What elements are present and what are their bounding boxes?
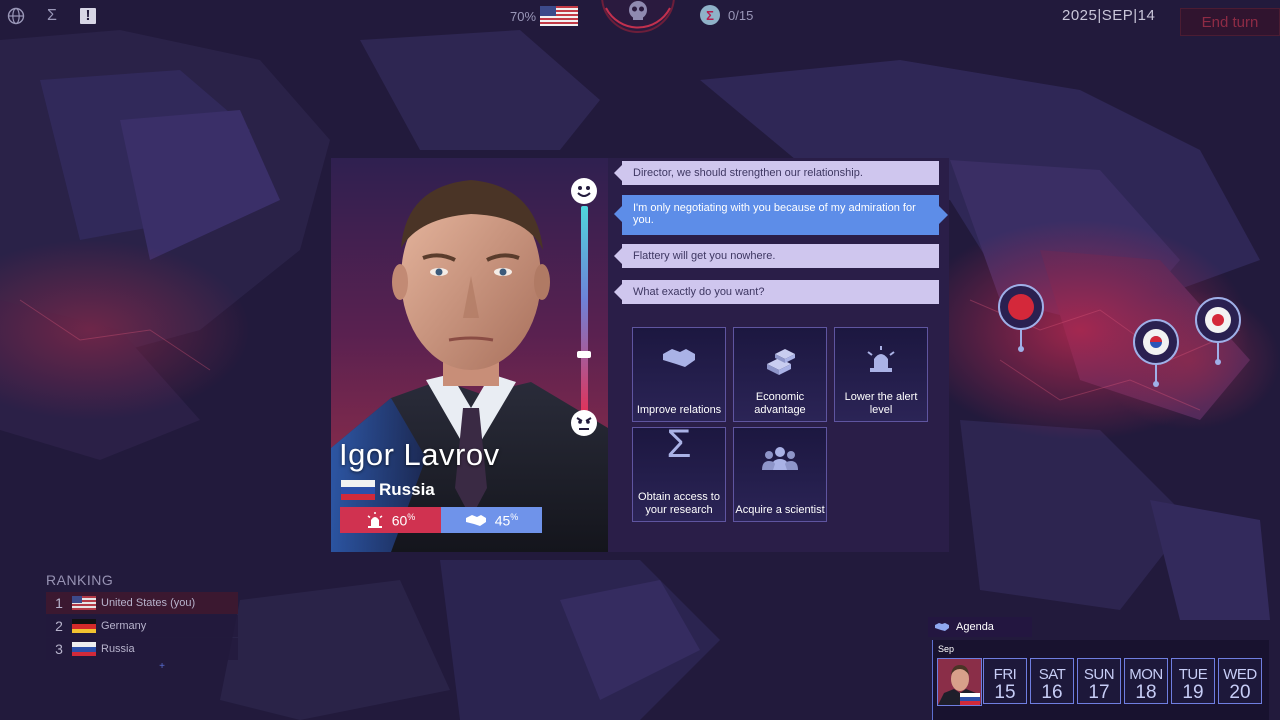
alert-menu-icon[interactable]: ! bbox=[78, 6, 98, 26]
agenda-day-5[interactable]: TUE 19 bbox=[1171, 658, 1215, 704]
group-icon bbox=[762, 447, 798, 470]
agenda-day-2[interactable]: SAT 16 bbox=[1030, 658, 1074, 704]
lower-alert-level-button[interactable]: Lower the alert level bbox=[834, 327, 928, 422]
germany-flag-icon bbox=[72, 619, 96, 633]
ranking-row-3[interactable]: 3 Russia bbox=[46, 638, 238, 660]
improve-relations-button[interactable]: Improve relations bbox=[632, 327, 726, 422]
lower-alert-level-label: Lower the alert level bbox=[844, 391, 918, 416]
gold-bars-icon bbox=[767, 349, 795, 375]
ranking-panel: RANKING 1 United States (you) 2 Germany … bbox=[46, 572, 238, 672]
alert-level-value: 60% bbox=[391, 511, 416, 529]
ranking-row-1[interactable]: 1 United States (you) bbox=[46, 592, 238, 614]
dialogue-option-4[interactable]: What exactly do you want? bbox=[614, 280, 939, 304]
globe-icon[interactable] bbox=[6, 6, 26, 26]
mood-bar bbox=[581, 206, 588, 412]
ranking-row-2[interactable]: 2 Germany bbox=[46, 615, 238, 637]
alert-level-stat: 60% bbox=[340, 507, 441, 533]
economic-advantage-label: Economic advantage bbox=[754, 391, 806, 416]
relation-level-value: 45% bbox=[494, 511, 519, 529]
acquire-scientist-label: Acquire a scientist bbox=[735, 504, 825, 516]
economic-advantage-button[interactable]: Economic advantage bbox=[733, 327, 827, 422]
agenda-event-portrait[interactable] bbox=[937, 658, 982, 706]
agenda-title: Agenda bbox=[956, 621, 994, 633]
threat-meter[interactable] bbox=[600, 0, 676, 38]
research-counter: Σ 0/15 bbox=[700, 5, 753, 25]
ranking-expand-icon[interactable]: + bbox=[86, 661, 238, 672]
ranking-country: Russia bbox=[101, 643, 135, 655]
russia-flag-icon bbox=[341, 480, 375, 500]
sigma-icon: Σ bbox=[666, 422, 692, 466]
top-bar: Σ ! 70% Σ 0/15 2025|SEP|14 End turn bbox=[0, 0, 1280, 36]
agenda-day-1[interactable]: FRI 15 bbox=[983, 658, 1027, 704]
agenda-calendar: Sep FRI 15 SAT 16 SUN 17 MON 18 TUE 19 WED 20 bbox=[932, 640, 1269, 720]
character-name: Igor Lavrov bbox=[339, 437, 500, 472]
handshake-icon bbox=[935, 623, 949, 631]
agenda-day-3[interactable]: SUN 17 bbox=[1077, 658, 1121, 704]
usa-flag-icon bbox=[72, 596, 96, 610]
dialogue-option-1[interactable]: Director, we should strengthen our relat… bbox=[614, 161, 939, 185]
ranking-country: United States (you) bbox=[101, 597, 196, 609]
exclamation-icon: ! bbox=[80, 8, 96, 24]
agenda-month: Sep bbox=[938, 644, 955, 654]
agenda-day-6[interactable]: WED 20 bbox=[1218, 658, 1262, 704]
agenda-day-4[interactable]: MON 18 bbox=[1124, 658, 1168, 704]
research-sigma-icon: Σ bbox=[700, 5, 720, 25]
mood-slider bbox=[571, 178, 601, 438]
relation-level-stat: 45% bbox=[441, 507, 542, 533]
handshake-icon bbox=[663, 349, 695, 367]
diplomacy-panel: Igor Lavrov Russia 60% 45% Director, we … bbox=[331, 158, 949, 552]
usa-flag-icon bbox=[540, 6, 579, 26]
handshake-icon bbox=[465, 515, 486, 526]
angry-face-icon bbox=[571, 410, 597, 436]
character-portrait: Igor Lavrov Russia 60% 45% bbox=[331, 158, 608, 552]
sigma-menu-icon[interactable]: Σ bbox=[42, 6, 62, 26]
research-count: 0/15 bbox=[728, 7, 754, 23]
happy-face-icon bbox=[571, 178, 597, 204]
character-country: Russia bbox=[341, 480, 435, 500]
obtain-research-access-label: Obtain access to your research bbox=[638, 491, 720, 516]
mood-knob bbox=[577, 351, 591, 359]
siren-icon bbox=[867, 346, 895, 372]
dialogue-option-3[interactable]: Flattery will get you nowhere. bbox=[614, 244, 939, 268]
ranking-title: RANKING bbox=[46, 572, 114, 588]
dialogue-option-2-selected[interactable]: I'm only negotiating with you because of… bbox=[614, 195, 948, 235]
siren-icon bbox=[367, 512, 383, 528]
end-turn-button[interactable]: End turn bbox=[1180, 8, 1280, 36]
acquire-scientist-button[interactable]: Acquire a scientist bbox=[733, 427, 827, 522]
current-date: 2025|SEP|14 bbox=[1062, 7, 1156, 24]
russia-flag-icon bbox=[72, 642, 96, 656]
agenda-header[interactable]: Agenda bbox=[928, 617, 1032, 637]
approval-percent: 70% bbox=[510, 8, 537, 24]
ranking-number: 3 bbox=[55, 641, 63, 657]
approval-indicator: 70% bbox=[510, 6, 579, 26]
ranking-number: 1 bbox=[55, 595, 63, 611]
country-name: Russia bbox=[379, 480, 435, 499]
ranking-number: 2 bbox=[55, 618, 63, 634]
obtain-research-access-button[interactable]: Σ Obtain access to your research bbox=[632, 422, 726, 522]
ranking-country: Germany bbox=[101, 620, 147, 632]
improve-relations-label: Improve relations bbox=[636, 404, 722, 416]
